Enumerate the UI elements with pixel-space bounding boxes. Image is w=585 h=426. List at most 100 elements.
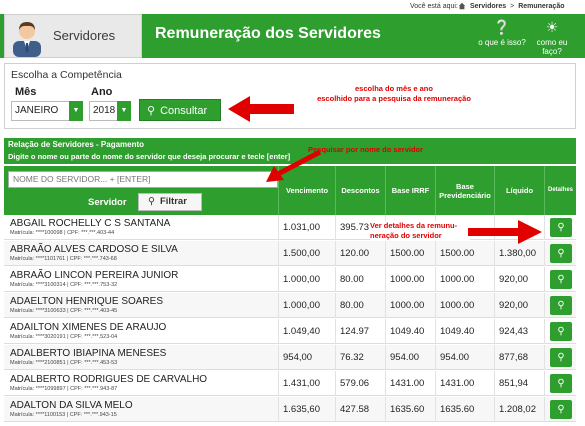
details-annotation-line1: Ver detalhes da remunu-	[370, 221, 458, 230]
details-search-icon[interactable]: ⚲	[550, 296, 572, 315]
details-search-icon[interactable]: ⚲	[550, 374, 572, 393]
vencimento-cell: 1.431,00	[278, 371, 335, 396]
servidor-cell: ADAILTON XIMENES DE ARAUJO Matrícula: ***…	[4, 319, 278, 344]
annotation-arrow-icon	[468, 220, 542, 244]
search-annotation: Pesquisar por nome do servidor	[308, 145, 424, 154]
table-row: ABRAÃO LINCON PEREIRA JUNIOR Matrícula: *…	[4, 267, 576, 292]
what-is-this-link[interactable]: ❔ o que é isso?	[476, 18, 528, 47]
details-search-icon[interactable]: ⚲	[550, 270, 572, 289]
vencimento-cell: 1.635,60	[278, 397, 335, 422]
competence-annotation-line2: escolhido para a pesquisa da remuneração	[317, 94, 471, 103]
details-search-icon[interactable]: ⚲	[550, 348, 572, 367]
filtrar-button[interactable]: ⚲ Filtrar	[138, 193, 202, 211]
brand-box[interactable]: Servidores	[4, 14, 142, 58]
servidor-meta: Matrícula: ****3100314 | CPF: ***.***.75…	[10, 282, 118, 288]
previdenciario-cell: 954.00	[435, 345, 494, 370]
descontos-cell: 124.97	[335, 319, 385, 344]
servidor-name: ADAELTON HENRIQUE SOARES	[10, 296, 163, 307]
irrf-cell: 1049.40	[385, 319, 435, 344]
descontos-cell: 427.58	[335, 397, 385, 422]
descontos-cell: 76.32	[335, 345, 385, 370]
vencimento-cell: 1.500,00	[278, 241, 335, 266]
servidor-name: ABRAÃO LINCON PEREIRA JUNIOR	[10, 270, 179, 281]
what-is-this-label: o que é isso?	[478, 38, 526, 47]
user-avatar-icon	[13, 22, 41, 57]
breadcrumb-servidores[interactable]: Servidores	[470, 3, 506, 10]
breadcrumb-remuneracao: Remuneração	[518, 3, 565, 10]
table-row: ADALTON DA SILVA MELO Matrícula: ****1100…	[4, 397, 576, 422]
how-to-link[interactable]: ☀ como eu faço?	[526, 18, 578, 56]
vencimento-cell: 954,00	[278, 345, 335, 370]
irrf-cell: 1000.00	[385, 267, 435, 292]
details-search-icon[interactable]: ⚲	[550, 400, 572, 419]
search-icon: ⚲	[147, 105, 156, 117]
liquido-cell: 924,43	[494, 319, 544, 344]
detalhes-cell: ⚲	[544, 215, 576, 240]
liquido-cell: 1.208,02	[494, 397, 544, 422]
month-value: JANEIRO	[15, 105, 59, 116]
previdenciario-cell: 1635.60	[435, 397, 494, 422]
breadcrumb-label: Você está aqui:	[410, 3, 458, 10]
liquido-cell: 851,94	[494, 371, 544, 396]
brand-title: Servidores	[53, 28, 116, 43]
how-to-label: como eu faço?	[536, 38, 568, 56]
liquido-cell: 920,00	[494, 267, 544, 292]
details-annotation-line2: neração do servidor	[370, 231, 442, 240]
relation-subtitle: Digite o nome ou parte do nome do servid…	[8, 152, 291, 161]
irrf-column-header: Base IRRF	[385, 166, 435, 215]
servidor-cell: ADALBERTO RODRIGUES DE CARVALHO Matrícula…	[4, 371, 278, 396]
servidor-name: ADAILTON XIMENES DE ARAUJO	[10, 322, 167, 333]
details-search-icon[interactable]: ⚲	[550, 244, 572, 263]
servidor-meta: Matrícula: ****2100851 | CPF: ***.***.45…	[10, 360, 118, 366]
detalhes-column-header: Detalhes	[544, 166, 576, 215]
servidor-column-header: Servidor	[88, 197, 127, 208]
descontos-cell: 579.06	[335, 371, 385, 396]
consultar-button[interactable]: ⚲ Consultar	[139, 99, 221, 121]
servidor-meta: Matrícula: ****3020191 | CPF: ***.***.52…	[10, 334, 118, 340]
detalhes-cell: ⚲	[544, 241, 576, 266]
annotation-arrow-icon	[228, 96, 294, 122]
previdenciario-cell: 1431.00	[435, 371, 494, 396]
year-select[interactable]: 2018 ▼	[89, 101, 131, 121]
consultar-label: Consultar	[160, 105, 208, 117]
servidor-name: ADALTON DA SILVA MELO	[10, 400, 133, 411]
irrf-cell: 954.00	[385, 345, 435, 370]
month-select[interactable]: JANEIRO ▼	[11, 101, 83, 121]
breadcrumb: Você está aqui: Servidores > Remuneração	[0, 0, 585, 14]
servidor-name: ABRAÃO ALVES CARDOSO E SILVA	[10, 244, 178, 255]
page-title: Remuneração dos Servidores	[155, 25, 381, 42]
servidor-meta: Matrícula: ****1100153 | CPF: ***.***.94…	[10, 412, 117, 418]
irrf-cell: 1500.00	[385, 241, 435, 266]
search-icon: ⚲	[148, 196, 155, 207]
details-search-icon[interactable]: ⚲	[550, 322, 572, 341]
home-icon[interactable]	[458, 2, 466, 10]
previdenciario-cell: 1000.00	[435, 267, 494, 292]
detalhes-cell: ⚲	[544, 319, 576, 344]
chevron-down-icon: ▼	[69, 101, 83, 121]
detalhes-cell: ⚲	[544, 267, 576, 292]
liquido-column-header: Líquido	[494, 166, 544, 215]
table-row: ADAELTON HENRIQUE SOARES Matrícula: ****3…	[4, 293, 576, 318]
servidor-meta: Matrícula: ****3100633 | CPF: ***.***.40…	[10, 308, 118, 314]
annotation-arrow-icon	[266, 149, 322, 182]
liquido-cell: 877,68	[494, 345, 544, 370]
month-label: Mês	[15, 86, 37, 98]
vencimento-cell: 1.000,00	[278, 267, 335, 292]
irrf-cell: 1000.00	[385, 293, 435, 318]
servidor-meta: Matrícula: ****100098 | CPF: ***.***.403…	[10, 230, 115, 236]
servidor-name: ADALBERTO IBIAPINA MENESES	[10, 348, 167, 359]
search-input[interactable]: NOME DO SERVIDOR... + [ENTER]	[8, 171, 278, 188]
servidor-meta: Matrícula: ****1099897 | CPF: ***.***.94…	[10, 386, 118, 392]
details-search-icon[interactable]: ⚲	[550, 218, 572, 237]
table-row: ADALBERTO RODRIGUES DE CARVALHO Matrícula…	[4, 371, 576, 396]
servidor-cell: ADALTON DA SILVA MELO Matrícula: ****1100…	[4, 397, 278, 422]
table-row: ADALBERTO IBIAPINA MENESES Matrícula: ***…	[4, 345, 576, 370]
servidor-meta: Matrícula: ****1101761 | CPF: ***.***.74…	[10, 256, 117, 262]
details-annotation: Ver detalhes da remunu- neração do servi…	[370, 221, 470, 241]
competence-annotation-line1: escolha do mês e ano	[355, 84, 433, 93]
lightbulb-icon: ☀	[545, 19, 559, 35]
servidor-cell: ADALBERTO IBIAPINA MENESES Matrícula: ***…	[4, 345, 278, 370]
servidor-name: ABGAIL ROCHELLY C S SANTANA	[10, 218, 171, 229]
detalhes-cell: ⚲	[544, 371, 576, 396]
vencimento-cell: 1.000,00	[278, 293, 335, 318]
